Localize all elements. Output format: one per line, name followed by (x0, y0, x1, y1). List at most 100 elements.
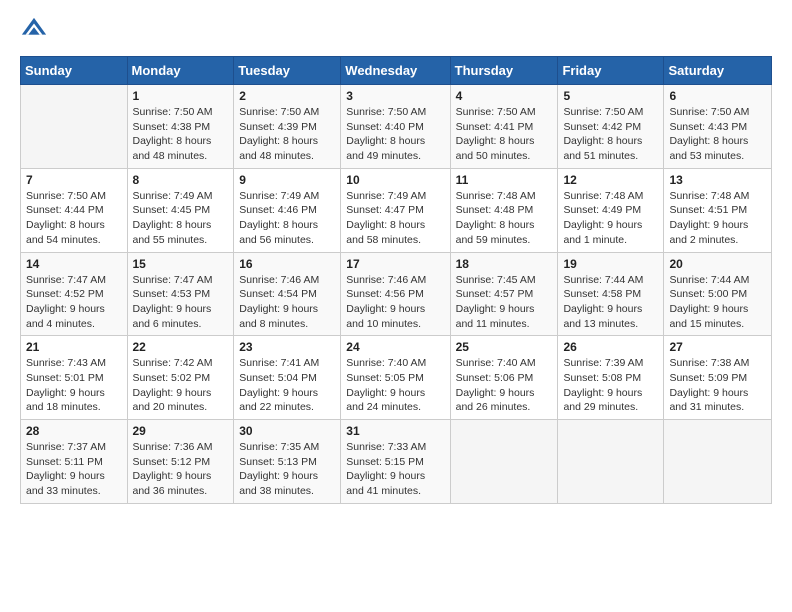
calendar-cell: 13 Sunrise: 7:48 AMSunset: 4:51 PMDayligh… (664, 168, 772, 252)
calendar-cell: 11Sunrise: 7:48 AMSunset: 4:48 PMDayligh… (450, 168, 558, 252)
day-detail: Sunrise: 7:49 AMSunset: 4:47 PMDaylight:… (346, 189, 444, 248)
day-detail: Sunrise: 7:50 AMSunset: 4:39 PMDaylight:… (239, 105, 335, 164)
day-detail: Sunrise: 7:41 AMSunset: 5:04 PMDaylight:… (239, 356, 335, 415)
day-number: 21 (26, 340, 122, 354)
day-number: 12 (563, 173, 658, 187)
week-row-3: 14 Sunrise: 7:47 AMSunset: 4:52 PMDayligh… (21, 252, 772, 336)
day-detail: Sunrise: 7:50 AMSunset: 4:41 PMDaylight:… (456, 105, 553, 164)
day-detail: Sunrise: 7:50 AMSunset: 4:40 PMDaylight:… (346, 105, 444, 164)
week-row-4: 21 Sunrise: 7:43 AMSunset: 5:01 PMDayligh… (21, 336, 772, 420)
day-number: 14 (26, 257, 122, 271)
calendar-cell: 24 Sunrise: 7:40 AMSunset: 5:05 PMDayligh… (341, 336, 450, 420)
day-number: 29 (133, 424, 229, 438)
calendar-cell: 29 Sunrise: 7:36 AMSunset: 5:12 PMDayligh… (127, 420, 234, 504)
day-detail: Sunrise: 7:44 AMSunset: 4:58 PMDaylight:… (563, 273, 658, 332)
day-number: 24 (346, 340, 444, 354)
day-detail: Sunrise: 7:50 AMSunset: 4:44 PMDaylight:… (26, 189, 122, 248)
calendar-cell: 21 Sunrise: 7:43 AMSunset: 5:01 PMDayligh… (21, 336, 128, 420)
calendar-cell: 1 Sunrise: 7:50 AMSunset: 4:38 PMDaylight… (127, 85, 234, 169)
day-detail: Sunrise: 7:46 AMSunset: 4:56 PMDaylight:… (346, 273, 444, 332)
day-detail: Sunrise: 7:44 AMSunset: 5:00 PMDaylight:… (669, 273, 766, 332)
day-number: 26 (563, 340, 658, 354)
day-number: 9 (239, 173, 335, 187)
day-detail: Sunrise: 7:43 AMSunset: 5:01 PMDaylight:… (26, 356, 122, 415)
weekday-header-wednesday: Wednesday (341, 57, 450, 85)
weekday-header-monday: Monday (127, 57, 234, 85)
day-number: 5 (563, 89, 658, 103)
day-number: 20 (669, 257, 766, 271)
day-number: 1 (133, 89, 229, 103)
calendar-table: SundayMondayTuesdayWednesdayThursdayFrid… (20, 56, 772, 504)
day-number: 10 (346, 173, 444, 187)
week-row-1: 1 Sunrise: 7:50 AMSunset: 4:38 PMDaylight… (21, 85, 772, 169)
calendar-cell: 26 Sunrise: 7:39 AMSunset: 5:08 PMDayligh… (558, 336, 664, 420)
calendar-cell: 7 Sunrise: 7:50 AMSunset: 4:44 PMDaylight… (21, 168, 128, 252)
logo (20, 16, 52, 44)
day-number: 7 (26, 173, 122, 187)
week-row-5: 28 Sunrise: 7:37 AMSunset: 5:11 PMDayligh… (21, 420, 772, 504)
day-number: 15 (133, 257, 229, 271)
day-number: 31 (346, 424, 444, 438)
day-number: 13 (669, 173, 766, 187)
calendar-cell (450, 420, 558, 504)
day-number: 8 (133, 173, 229, 187)
day-detail: Sunrise: 7:36 AMSunset: 5:12 PMDaylight:… (133, 440, 229, 499)
day-detail: Sunrise: 7:47 AMSunset: 4:52 PMDaylight:… (26, 273, 122, 332)
day-detail: Sunrise: 7:45 AMSunset: 4:57 PMDaylight:… (456, 273, 553, 332)
weekday-header-sunday: Sunday (21, 57, 128, 85)
day-detail: Sunrise: 7:40 AMSunset: 5:05 PMDaylight:… (346, 356, 444, 415)
calendar-cell: 16Sunrise: 7:46 AMSunset: 4:54 PMDayligh… (234, 252, 341, 336)
page: SundayMondayTuesdayWednesdayThursdayFrid… (0, 0, 792, 612)
day-number: 28 (26, 424, 122, 438)
calendar-cell: 8 Sunrise: 7:49 AMSunset: 4:45 PMDaylight… (127, 168, 234, 252)
calendar-cell: 23 Sunrise: 7:41 AMSunset: 5:04 PMDayligh… (234, 336, 341, 420)
day-detail: Sunrise: 7:48 AMSunset: 4:51 PMDaylight:… (669, 189, 766, 248)
day-number: 27 (669, 340, 766, 354)
calendar-cell: 20 Sunrise: 7:44 AMSunset: 5:00 PMDayligh… (664, 252, 772, 336)
day-detail: Sunrise: 7:42 AMSunset: 5:02 PMDaylight:… (133, 356, 229, 415)
day-number: 18 (456, 257, 553, 271)
calendar-cell: 14 Sunrise: 7:47 AMSunset: 4:52 PMDayligh… (21, 252, 128, 336)
calendar-cell: 18 Sunrise: 7:45 AMSunset: 4:57 PMDayligh… (450, 252, 558, 336)
day-number: 2 (239, 89, 335, 103)
calendar-cell: 6Sunrise: 7:50 AMSunset: 4:43 PMDaylight… (664, 85, 772, 169)
calendar-cell (21, 85, 128, 169)
day-detail: Sunrise: 7:47 AMSunset: 4:53 PMDaylight:… (133, 273, 229, 332)
day-detail: Sunrise: 7:33 AMSunset: 5:15 PMDaylight:… (346, 440, 444, 499)
calendar-cell: 15 Sunrise: 7:47 AMSunset: 4:53 PMDayligh… (127, 252, 234, 336)
day-detail: Sunrise: 7:39 AMSunset: 5:08 PMDaylight:… (563, 356, 658, 415)
calendar-cell (664, 420, 772, 504)
day-detail: Sunrise: 7:38 AMSunset: 5:09 PMDaylight:… (669, 356, 766, 415)
calendar-cell: 28 Sunrise: 7:37 AMSunset: 5:11 PMDayligh… (21, 420, 128, 504)
calendar-cell (558, 420, 664, 504)
day-detail: Sunrise: 7:40 AMSunset: 5:06 PMDaylight:… (456, 356, 553, 415)
weekday-header-row: SundayMondayTuesdayWednesdayThursdayFrid… (21, 57, 772, 85)
calendar-cell: 2 Sunrise: 7:50 AMSunset: 4:39 PMDaylight… (234, 85, 341, 169)
weekday-header-saturday: Saturday (664, 57, 772, 85)
day-number: 17 (346, 257, 444, 271)
calendar-cell: 27 Sunrise: 7:38 AMSunset: 5:09 PMDayligh… (664, 336, 772, 420)
day-detail: Sunrise: 7:35 AMSunset: 5:13 PMDaylight:… (239, 440, 335, 499)
calendar-cell: 5Sunrise: 7:50 AMSunset: 4:42 PMDaylight… (558, 85, 664, 169)
day-number: 16 (239, 257, 335, 271)
day-number: 25 (456, 340, 553, 354)
logo-icon (20, 16, 48, 44)
calendar-cell: 30 Sunrise: 7:35 AMSunset: 5:13 PMDayligh… (234, 420, 341, 504)
day-number: 30 (239, 424, 335, 438)
calendar-cell: 17 Sunrise: 7:46 AMSunset: 4:56 PMDayligh… (341, 252, 450, 336)
day-detail: Sunrise: 7:48 AMSunset: 4:49 PMDaylight:… (563, 189, 658, 248)
header (20, 16, 772, 44)
day-number: 23 (239, 340, 335, 354)
calendar-cell: 12 Sunrise: 7:48 AMSunset: 4:49 PMDayligh… (558, 168, 664, 252)
weekday-header-tuesday: Tuesday (234, 57, 341, 85)
calendar-cell: 3 Sunrise: 7:50 AMSunset: 4:40 PMDaylight… (341, 85, 450, 169)
day-number: 3 (346, 89, 444, 103)
calendar-cell: 19Sunrise: 7:44 AMSunset: 4:58 PMDayligh… (558, 252, 664, 336)
day-detail: Sunrise: 7:48 AMSunset: 4:48 PMDaylight:… (456, 189, 553, 248)
day-detail: Sunrise: 7:49 AMSunset: 4:45 PMDaylight:… (133, 189, 229, 248)
day-detail: Sunrise: 7:37 AMSunset: 5:11 PMDaylight:… (26, 440, 122, 499)
day-detail: Sunrise: 7:50 AMSunset: 4:38 PMDaylight:… (133, 105, 229, 164)
calendar-cell: 22Sunrise: 7:42 AMSunset: 5:02 PMDayligh… (127, 336, 234, 420)
calendar-cell: 31 Sunrise: 7:33 AMSunset: 5:15 PMDayligh… (341, 420, 450, 504)
day-detail: Sunrise: 7:49 AMSunset: 4:46 PMDaylight:… (239, 189, 335, 248)
